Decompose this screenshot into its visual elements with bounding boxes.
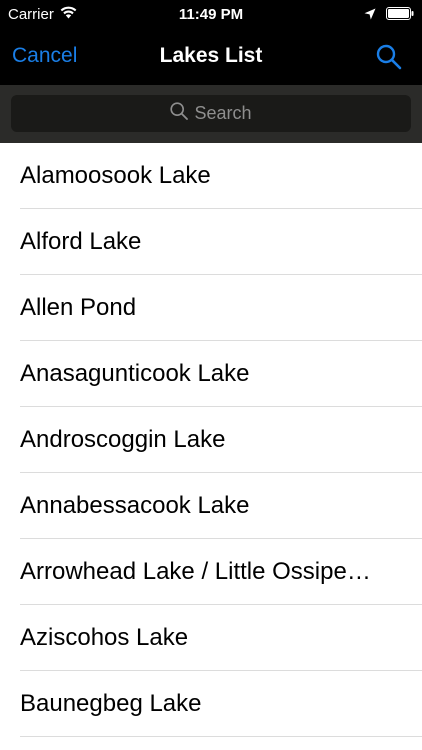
lake-name: Alford Lake [20,228,142,255]
location-arrow-icon [364,7,376,25]
search-bar: Search [0,85,422,143]
search-input[interactable]: Search [11,95,411,132]
status-time: 11:49 PM [178,6,244,23]
cancel-button[interactable]: Cancel [12,44,77,68]
search-icon [376,44,402,73]
lakes-list: Alamoosook Lake Alford Lake Allen Pond A… [0,143,422,737]
list-item[interactable]: Annabessacook Lake [0,473,422,539]
lake-name: Baunegbeg Lake [20,690,202,717]
list-item[interactable]: Alamoosook Lake [0,143,422,209]
row-divider [20,736,422,737]
lake-name: Allen Pond [20,294,137,321]
battery-icon [386,7,414,25]
list-item[interactable]: Anasagunticook Lake [0,341,422,407]
list-item[interactable]: Arrowhead Lake / Little Ossipe… [0,539,422,605]
list-item[interactable]: Androscoggin Lake [0,407,422,473]
navigation-bar: Cancel Lakes List [0,30,422,85]
search-button[interactable] [374,43,404,73]
list-item[interactable]: Aziscohos Lake [0,605,422,671]
lake-name: Aziscohos Lake [20,624,189,651]
search-field-icon [170,102,189,125]
lake-name: Alamoosook Lake [20,162,211,189]
list-item[interactable]: Allen Pond [0,275,422,341]
lake-name: Annabessacook Lake [20,492,250,519]
status-bar: Carrier 11:49 PM [0,0,422,30]
lake-name: Arrowhead Lake / Little Ossipe… [20,558,371,585]
lake-name: Androscoggin Lake [20,426,226,453]
status-right [364,7,414,25]
search-placeholder: Search [194,103,252,123]
lake-name: Anasagunticook Lake [20,360,250,387]
list-item[interactable]: Alford Lake [0,209,422,275]
list-item[interactable]: Baunegbeg Lake [0,671,422,737]
